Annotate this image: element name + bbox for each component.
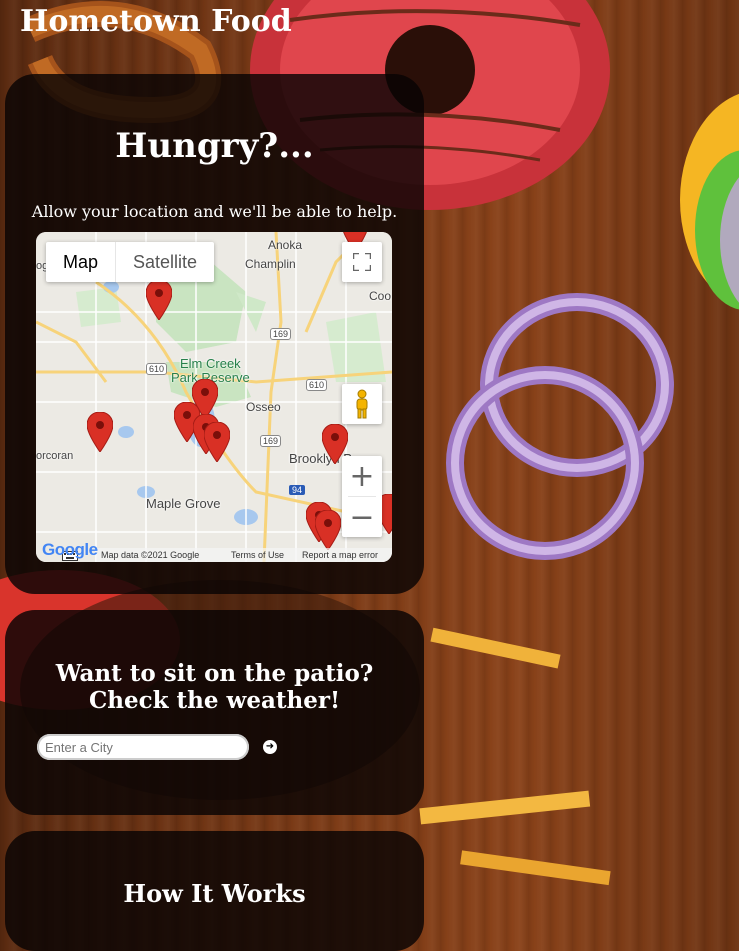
map-label-anoka: Anoka — [268, 238, 303, 252]
fullscreen-icon — [353, 253, 371, 271]
location-prompt-text: Allow your location and we'll be able to… — [31, 202, 398, 221]
zoom-out-button[interactable]: − — [342, 497, 382, 537]
hungry-heading: Hungry?... — [115, 126, 314, 166]
map-label-elm-creek: Elm Creek — [180, 356, 241, 371]
map-type-control: Map Satellite — [46, 242, 215, 282]
map-label-corcoran: orcoran — [36, 450, 74, 462]
city-search-input[interactable] — [37, 734, 249, 760]
map-marker-icon[interactable] — [87, 412, 113, 452]
pegman-icon — [356, 389, 368, 419]
map-type-map-button[interactable]: Map — [46, 242, 117, 282]
interstate-shield-94: 94 — [289, 485, 306, 495]
google-logo[interactable]: Google — [42, 540, 98, 560]
how-it-works-heading: How It Works — [123, 879, 306, 908]
highway-shield-169: 169 — [270, 328, 292, 340]
restaurant-map[interactable]: Anoka Champlin Coo og Elm Creek Park Res… — [36, 232, 392, 562]
map-label-champlin: Champlin — [245, 257, 296, 271]
zoom-in-button[interactable]: + — [342, 456, 382, 496]
map-type-satellite-button[interactable]: Satellite — [116, 242, 214, 282]
highway-shield-610: 610 — [146, 363, 168, 375]
map-marker-icon[interactable] — [315, 510, 341, 550]
how-it-works-panel: How It Works — [5, 831, 424, 951]
weather-heading-line2: Check the weather! — [88, 687, 341, 714]
fullscreen-button[interactable] — [342, 242, 382, 282]
report-map-error-link[interactable]: Report a map error — [302, 550, 378, 560]
hungry-panel: Hungry?... Allow your location and we'll… — [5, 74, 424, 594]
map-label-coo: Coo — [369, 289, 392, 303]
map-label-osseo: Osseo — [246, 400, 281, 414]
city-submit-button[interactable]: ➜ — [263, 740, 277, 754]
terms-of-use-link[interactable]: Terms of Use — [231, 550, 284, 560]
zoom-control: + − — [342, 456, 382, 537]
highway-shield-169: 169 — [260, 435, 282, 447]
map-marker-icon[interactable] — [204, 422, 230, 462]
highway-shield-610: 610 — [306, 379, 328, 391]
weather-heading: Want to sit on the patio? Check the weat… — [5, 660, 424, 714]
map-marker-icon[interactable] — [146, 280, 172, 320]
map-data-credit: Map data ©2021 Google — [101, 550, 200, 560]
site-title: Hometown Food — [20, 4, 292, 39]
map-label-maple-grove: Maple Grove — [146, 496, 221, 511]
weather-panel: Want to sit on the patio? Check the weat… — [5, 610, 424, 815]
street-view-pegman-button[interactable] — [342, 384, 382, 424]
weather-heading-line1: Want to sit on the patio? — [55, 660, 374, 687]
